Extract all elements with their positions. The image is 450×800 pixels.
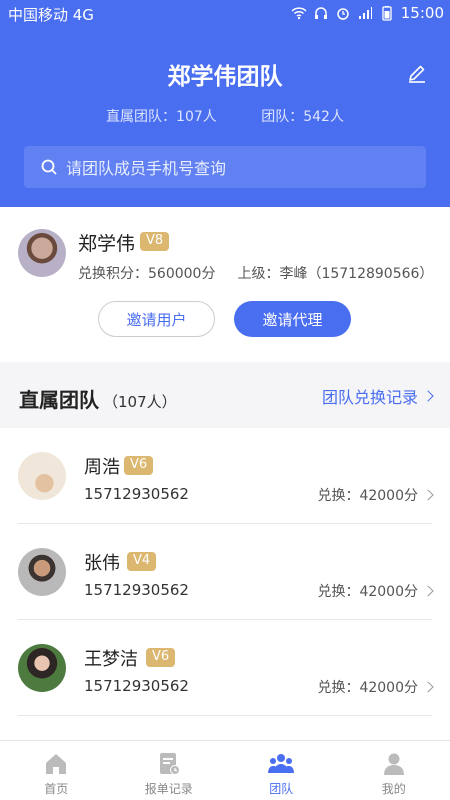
tab-home[interactable]: 首页 xyxy=(0,741,113,800)
avatar xyxy=(18,644,66,692)
chevron-right-icon xyxy=(422,489,434,501)
search-placeholder: 请团队成员手机号查询 xyxy=(66,159,227,178)
profile-card: 郑学伟 V8 兑换积分：560000分 上级：李峰（15712890566） 邀请… xyxy=(0,207,450,362)
chevron-right-icon xyxy=(422,585,434,597)
battery-icon xyxy=(382,6,392,21)
search-icon xyxy=(41,159,57,175)
chevron-right-icon xyxy=(422,390,434,402)
member-list: 周浩 V6 15712930562 兑换：42000分 张伟 V4 157129… xyxy=(0,428,450,740)
profile-name: 郑学伟 xyxy=(78,233,136,255)
order-record-icon xyxy=(159,753,180,775)
list-item[interactable]: 张伟 V4 15712930562 兑换：42000分 xyxy=(0,524,450,620)
team-header: 中国移动 4G 15:00 郑学伟团队 直属团队：107人 团队：542人 请团… xyxy=(0,0,450,207)
bottom-tab-bar: 首页 报单记录 团队 我的 xyxy=(0,740,450,800)
exchange-points: 兑换积分：560000分 xyxy=(78,266,216,282)
tab-mine[interactable]: 我的 xyxy=(338,741,450,800)
headphone-icon xyxy=(314,7,327,19)
list-item[interactable]: 周浩 V6 15712930562 兑换：42000分 xyxy=(0,428,450,524)
edit-icon[interactable] xyxy=(406,62,428,84)
member-phone: 15712930562 xyxy=(84,485,189,503)
superior-info: 上级：李峰（15712890566） xyxy=(237,266,434,282)
member-exchange: 兑换：42000分 xyxy=(317,677,434,697)
member-search-input[interactable]: 请团队成员手机号查询 xyxy=(24,146,426,188)
level-badge: V6 xyxy=(146,648,176,667)
records-link-label: 团队兑换记录 xyxy=(321,388,418,407)
status-bar: 中国移动 4G 15:00 xyxy=(0,0,450,28)
team-icon xyxy=(268,754,295,773)
member-name: 周浩 xyxy=(84,457,120,478)
tab-mine-label: 我的 xyxy=(381,782,406,796)
invite-user-button[interactable]: 邀请用户 xyxy=(98,301,215,337)
alarm-icon xyxy=(337,8,349,20)
status-icons: 15:00 xyxy=(291,4,444,22)
invite-agent-button[interactable]: 邀请代理 xyxy=(234,301,351,337)
carrier-label: 中国移动 4G xyxy=(8,6,94,24)
tab-orders[interactable]: 报单记录 xyxy=(113,741,226,800)
member-name: 王梦洁 xyxy=(84,649,138,670)
member-exchange: 兑换：42000分 xyxy=(317,485,434,505)
section-title-text: 直属团队 xyxy=(19,388,99,412)
page-title: 郑学伟团队 xyxy=(167,64,283,90)
exchange-value: 兑换：42000分 xyxy=(317,584,418,600)
member-phone: 15712930562 xyxy=(84,581,189,599)
divider xyxy=(18,715,432,716)
level-badge: V4 xyxy=(127,552,157,571)
direct-team-count: 直属团队：107人 xyxy=(106,109,217,125)
member-exchange: 兑换：42000分 xyxy=(317,581,434,601)
exchange-value: 兑换：42000分 xyxy=(317,488,418,504)
exchange-value: 兑换：42000分 xyxy=(317,680,418,696)
avatar xyxy=(18,548,66,596)
exchange-records-link[interactable]: 团队兑换记录 xyxy=(321,384,434,408)
profile-info: 兑换积分：560000分 上级：李峰（15712890566） xyxy=(78,263,433,283)
avatar xyxy=(18,229,66,277)
direct-team-header: 直属团队 （107人） 团队兑换记录 xyxy=(0,362,450,428)
team-counts: 直属团队：107人 团队：542人 xyxy=(0,106,450,126)
member-phone: 15712930562 xyxy=(84,677,189,695)
level-badge: V8 xyxy=(140,232,170,251)
tab-home-label: 首页 xyxy=(44,782,69,796)
section-count: （107人） xyxy=(103,393,177,411)
section-title: 直属团队 （107人） xyxy=(19,384,177,413)
user-icon xyxy=(383,753,404,775)
member-name: 张伟 xyxy=(84,553,120,574)
avatar xyxy=(18,452,66,500)
clock: 15:00 xyxy=(400,4,444,22)
tab-orders-label: 报单记录 xyxy=(144,782,193,796)
list-item[interactable]: 王梦洁 V6 15712930562 兑换：42000分 xyxy=(0,620,450,716)
tab-team-label: 团队 xyxy=(269,782,294,796)
signal-icon xyxy=(358,7,372,19)
level-badge: V6 xyxy=(124,456,154,475)
home-icon xyxy=(46,754,67,774)
wifi-icon xyxy=(291,7,307,20)
team-count: 团队：542人 xyxy=(261,109,344,125)
chevron-right-icon xyxy=(422,681,434,693)
tab-team[interactable]: 团队 xyxy=(225,741,338,800)
